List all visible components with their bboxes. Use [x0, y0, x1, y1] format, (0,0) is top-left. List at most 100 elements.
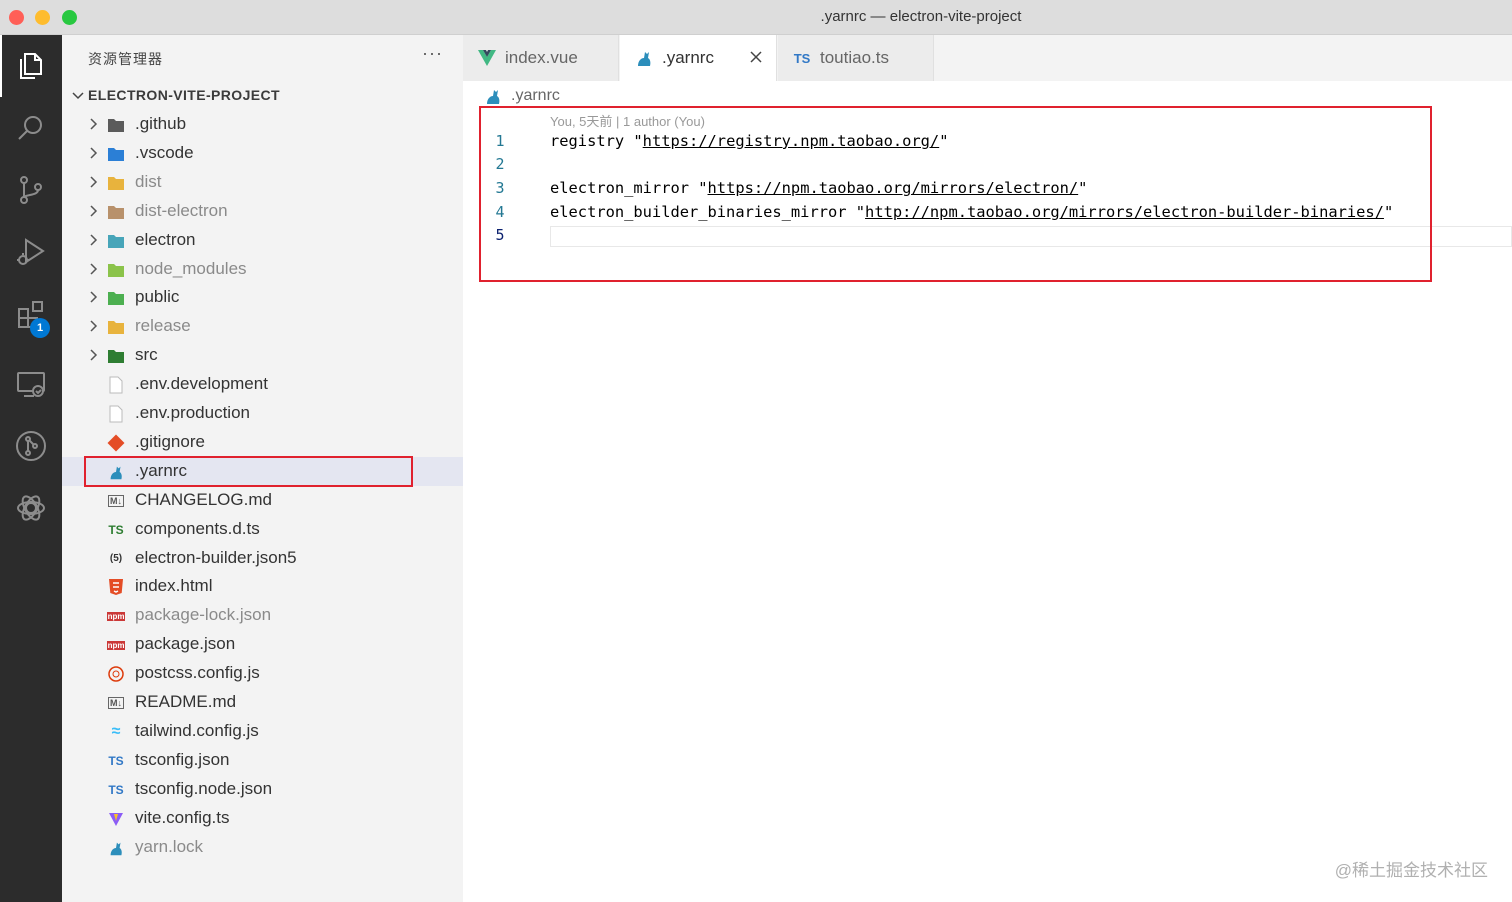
close-icon[interactable] — [748, 49, 764, 65]
tree-item-label: public — [135, 287, 180, 307]
tree-file[interactable]: TS tsconfig.json — [62, 746, 463, 775]
postcss-icon — [107, 665, 125, 683]
chevron-right-icon — [90, 234, 98, 246]
tsconfig-icon: TS — [108, 753, 124, 768]
activity-extensions[interactable]: 1 — [0, 283, 62, 345]
tree-item-label: README.md — [135, 692, 237, 711]
tree-item-label: index.html — [135, 576, 213, 596]
extensions-badge: 1 — [30, 318, 50, 338]
code-editor[interactable]: You, 5天前 | 1 author (You) 1 registry "htt… — [463, 106, 1512, 902]
github-folder-icon — [107, 116, 125, 134]
activity-chatgpt[interactable] — [0, 477, 62, 539]
tree-folder[interactable]: release — [62, 312, 463, 341]
tab-label: index.vue — [505, 48, 578, 67]
activity-bar: 1 — [0, 35, 62, 902]
tree-folder[interactable]: dist — [62, 168, 463, 197]
tsconfig-icon: TS — [108, 782, 124, 797]
vue-icon — [477, 49, 497, 67]
tree-folder[interactable]: src — [62, 341, 463, 370]
npm-icon: npm — [106, 640, 126, 650]
tree-file[interactable]: .env.production — [62, 399, 463, 428]
source-control-icon — [20, 176, 42, 204]
tree-file[interactable]: ≈ tailwind.config.js — [62, 717, 463, 746]
chevron-right-icon — [90, 118, 98, 130]
release-folder-icon — [107, 318, 125, 336]
tree-file[interactable]: npm package-lock.json — [62, 601, 463, 630]
breadcrumb: .yarnrc — [483, 85, 560, 107]
tree-file[interactable]: .yarnrc — [62, 455, 463, 487]
tree-item-label: electron — [135, 229, 196, 249]
tree-item-label: tsconfig.node.json — [135, 778, 273, 798]
typescript-icon: TS — [793, 50, 811, 66]
npm-icon: npm — [106, 611, 126, 621]
breadcrumb-file[interactable]: .yarnrc — [511, 87, 560, 105]
tree-folder[interactable]: .github — [62, 110, 463, 139]
folder-icon — [107, 203, 125, 221]
tree-item-label: release — [135, 316, 191, 336]
code-highlight-box — [479, 106, 1432, 282]
tree-item-label: CHANGELOG.md — [135, 489, 272, 509]
chevron-down-icon — [72, 92, 84, 100]
title-bar: .yarnrc — electron-vite-project — [0, 0, 1512, 35]
markdown-icon: M↓ — [108, 494, 124, 507]
sidebar-title: 资源管理器 — [88, 51, 163, 67]
explorer-sidebar: 资源管理器 ··· ELECTRON-VITE-PROJECT .github.… — [62, 35, 463, 902]
git-icon — [107, 434, 125, 452]
vscode-folder-icon — [107, 145, 125, 163]
tree-folder[interactable]: public — [62, 283, 463, 312]
activity-git-graph[interactable] — [0, 415, 62, 477]
src-folder-icon — [107, 347, 125, 365]
electron-folder-icon — [107, 232, 125, 250]
dist-folder-icon — [107, 174, 125, 192]
activity-run-debug[interactable] — [0, 221, 62, 283]
activity-search[interactable] — [0, 97, 62, 159]
tree-folder[interactable]: dist-electron — [62, 197, 463, 226]
activity-remote-explorer[interactable] — [0, 353, 62, 415]
tree-item-label: .env.production — [135, 403, 250, 422]
tree-file[interactable]: M↓ README.md — [62, 688, 463, 717]
tab-label: toutiao.ts — [820, 48, 889, 67]
vite-icon — [107, 810, 125, 828]
activity-explorer[interactable] — [0, 35, 62, 97]
tree-file[interactable]: TS components.d.ts — [62, 515, 463, 544]
tree-item-label: src — [135, 345, 158, 365]
tree-file[interactable]: .env.development — [62, 370, 463, 399]
file-icon — [107, 376, 125, 394]
yarn-icon — [634, 49, 654, 67]
tree-folder[interactable]: electron — [62, 226, 463, 255]
remote-explorer-icon — [17, 372, 45, 397]
tree-item-label: package-lock.json — [135, 605, 272, 625]
tab-yarnrc[interactable]: .yarnrc — [620, 35, 777, 81]
tree-folder[interactable]: .vscode — [62, 139, 463, 168]
tree-item-label: components.d.ts — [135, 518, 260, 538]
public-folder-icon — [107, 289, 125, 307]
tree-file[interactable]: .gitignore — [62, 428, 463, 457]
tree-item-label: postcss.config.js — [135, 663, 260, 683]
yarn-icon — [487, 90, 500, 104]
watermark: @稀土掘金技术社区 — [1334, 861, 1488, 880]
tab-index-vue[interactable]: index.vue — [463, 35, 619, 81]
chevron-right-icon — [90, 176, 98, 188]
tree-file[interactable]: yarn.lock — [62, 833, 463, 862]
tree-item-label: dist — [135, 171, 162, 191]
tree-file[interactable]: postcss.config.js — [62, 659, 463, 688]
tree-file[interactable]: npm package.json — [62, 630, 463, 659]
tree-folder[interactable]: node_modules — [62, 255, 463, 284]
tree-file[interactable]: vite.config.ts — [62, 804, 463, 833]
tree-file[interactable]: (5) electron-builder.json5 — [62, 544, 463, 573]
explorer-icon — [20, 53, 42, 79]
tab-toutiao-ts[interactable]: TS toutiao.ts — [778, 35, 934, 81]
tree-item-label: node_modules — [135, 258, 247, 278]
more-actions-button[interactable]: ··· — [422, 43, 443, 64]
search-icon — [18, 116, 42, 140]
tree-item-label: .env.development — [135, 374, 268, 394]
tree-item-label: package.json — [135, 634, 236, 654]
tree-file[interactable]: TS tsconfig.node.json — [62, 775, 463, 804]
tree-file[interactable]: index.html — [62, 572, 463, 601]
editor-tab-bar: index.vue .yarnrc TS toutiao.ts — [463, 35, 1512, 81]
tree-item-label: .gitignore — [135, 431, 205, 451]
activity-source-control[interactable] — [0, 159, 62, 221]
tree-file[interactable]: M↓ CHANGELOG.md — [62, 486, 463, 515]
project-root[interactable]: ELECTRON-VITE-PROJECT — [62, 83, 463, 109]
chevron-right-icon — [90, 320, 98, 332]
